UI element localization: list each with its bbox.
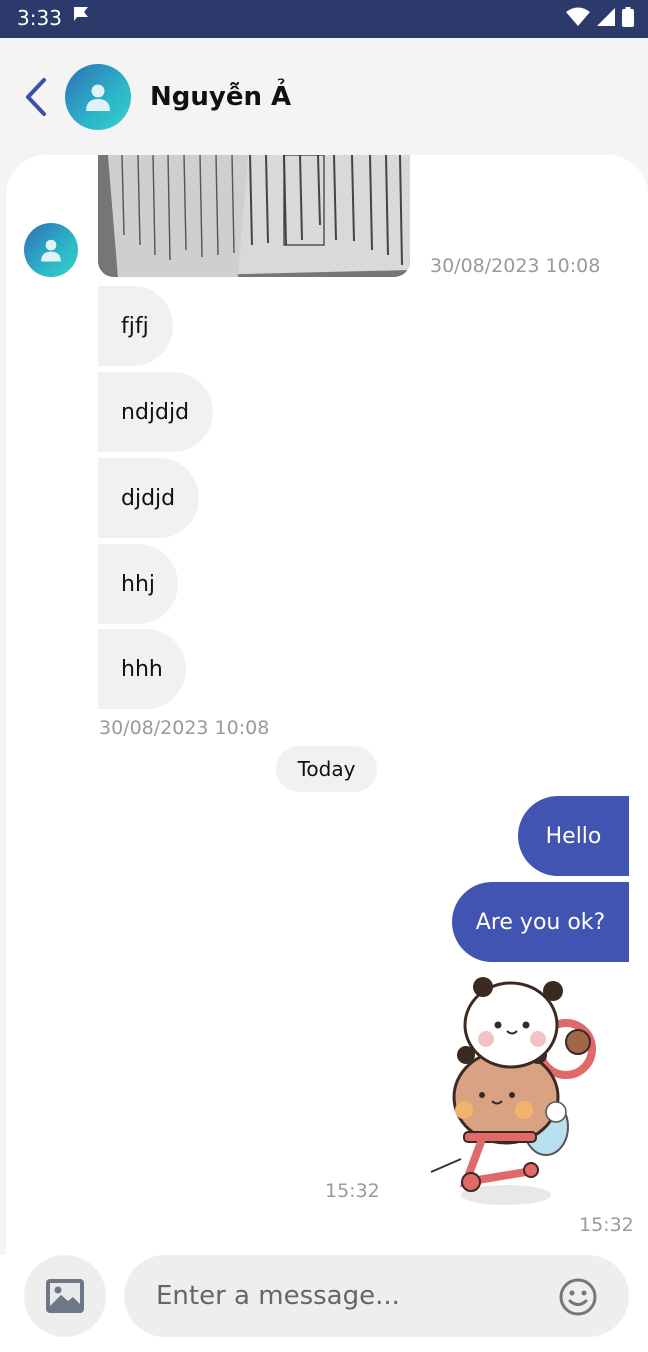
message-timestamp: 15:32 xyxy=(325,1180,380,1202)
attach-image-button[interactable] xyxy=(24,1255,106,1337)
incoming-message-bubble[interactable]: hhh xyxy=(98,629,186,709)
date-divider: Today xyxy=(276,746,377,792)
message-timestamp: 30/08/2023 10:08 xyxy=(430,255,601,277)
sender-avatar[interactable] xyxy=(24,223,78,277)
document-photo xyxy=(98,155,410,277)
contact-avatar[interactable] xyxy=(65,64,131,130)
user-icon xyxy=(86,84,110,111)
status-icons xyxy=(566,7,634,27)
incoming-message-bubble[interactable]: fjfj xyxy=(98,286,173,366)
notification-flag-icon xyxy=(74,7,88,21)
wifi-icon xyxy=(566,7,590,26)
signal-icon xyxy=(597,8,615,26)
composer-bar xyxy=(0,1255,648,1352)
message-list[interactable]: 30/08/2023 10:08 fjfj ndjdjd djdjd hhj h… xyxy=(6,155,648,1255)
incoming-message-bubble[interactable]: ndjdjd xyxy=(98,372,213,452)
user-icon xyxy=(41,239,61,262)
message-timestamp: 30/08/2023 10:08 xyxy=(99,717,270,739)
message-input[interactable] xyxy=(124,1255,629,1337)
back-arrow-icon[interactable] xyxy=(20,76,54,118)
message-timestamp: 15:32 xyxy=(579,1214,634,1236)
image-icon xyxy=(46,1279,84,1313)
chat-header: Nguyễn Ả xyxy=(0,38,648,156)
sticker-message[interactable] xyxy=(426,967,606,1212)
battery-icon xyxy=(622,7,634,27)
incoming-message-bubble[interactable]: hhj xyxy=(98,544,178,624)
status-time: 3:33 xyxy=(17,6,62,30)
outgoing-message-bubble[interactable]: Hello xyxy=(518,796,629,876)
status-bar: 3:33 xyxy=(0,0,648,38)
emoji-icon[interactable] xyxy=(558,1277,598,1317)
outgoing-message-bubble[interactable]: Are you ok? xyxy=(452,882,629,962)
contact-name: Nguyễn Ả xyxy=(150,82,292,112)
incoming-message-bubble[interactable]: djdjd xyxy=(98,458,199,538)
photo-message[interactable] xyxy=(98,155,410,277)
